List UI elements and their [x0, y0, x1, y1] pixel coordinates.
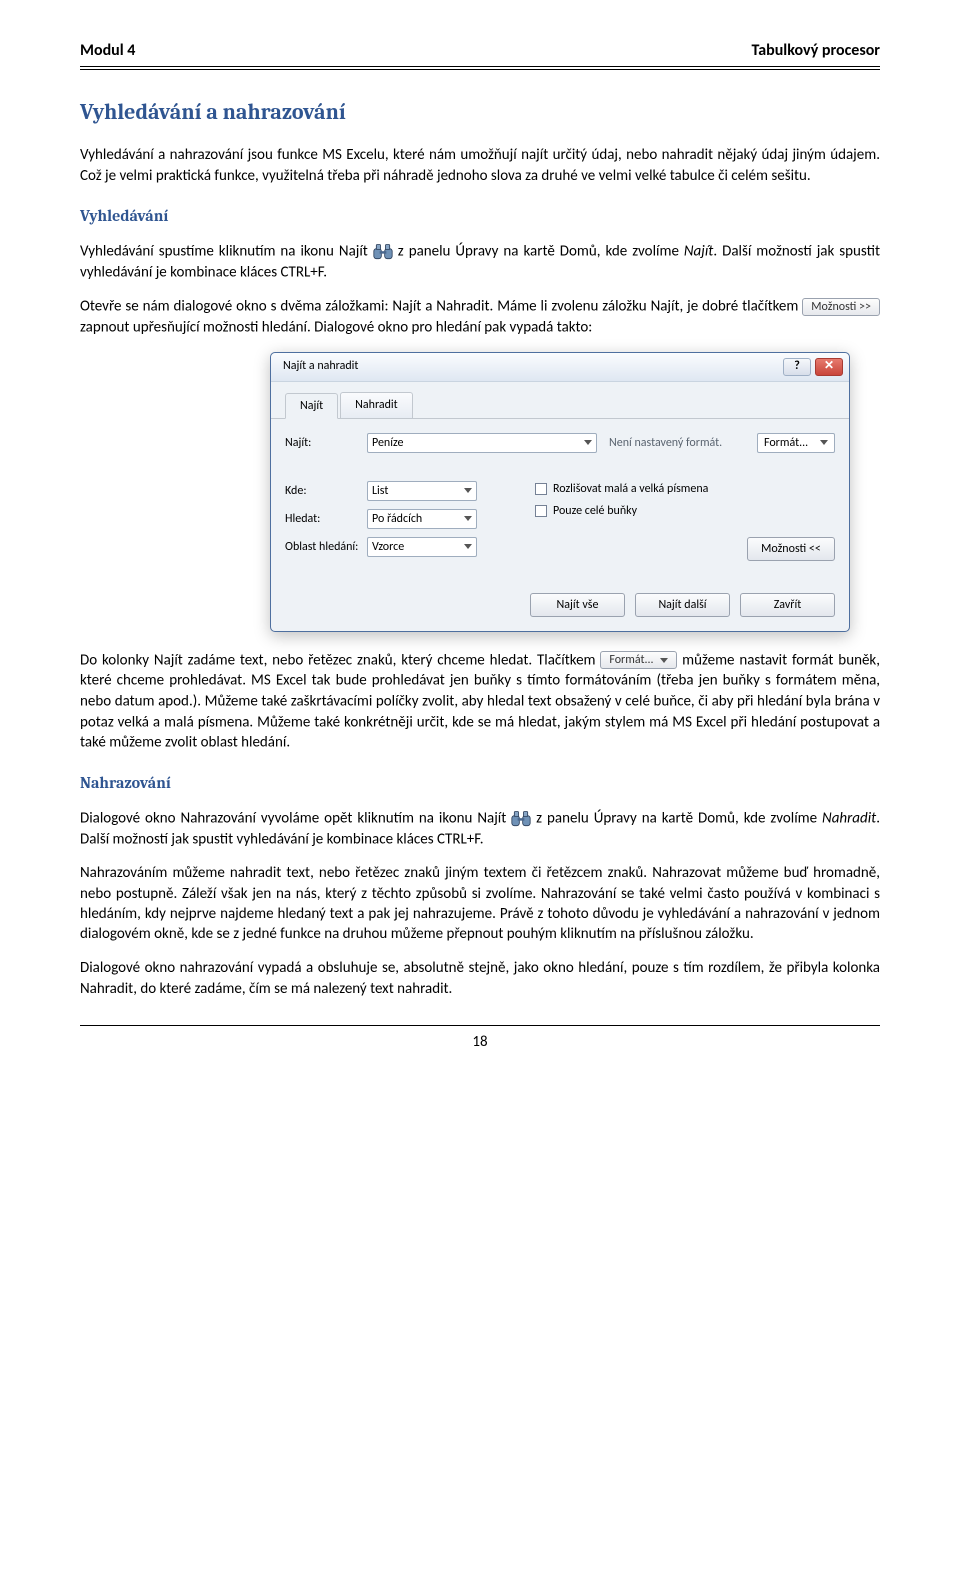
- find-all-button[interactable]: Najít vše: [530, 593, 625, 617]
- chevron-down-icon: [464, 488, 472, 493]
- replace-paragraph-3: Dialogové okno nahrazování vypadá a obsl…: [80, 958, 880, 999]
- help-button[interactable]: ?: [783, 358, 811, 376]
- label: Pouze celé buňky: [553, 503, 637, 519]
- checkbox-icon: [535, 505, 547, 517]
- tab-replace[interactable]: Nahradit: [340, 392, 413, 418]
- no-format-label: Není nastavený formát.: [609, 435, 749, 451]
- checkbox-icon: [535, 483, 547, 495]
- text: List: [372, 483, 388, 499]
- format-button-inline: Formát...: [600, 651, 677, 669]
- text: Vzorce: [372, 539, 404, 555]
- chevron-down-icon: [660, 658, 668, 663]
- heading-search: Vyhledávání: [80, 206, 880, 228]
- page-header: Modul 4 Tabulkový procesor: [80, 40, 880, 66]
- text: Po řádcích: [372, 511, 422, 527]
- header-rule: [80, 66, 880, 70]
- tab-find[interactable]: Najít: [285, 393, 338, 419]
- page-footer: 18: [80, 1025, 880, 1052]
- find-value: Peníze: [372, 435, 403, 451]
- text: Formát...: [609, 653, 653, 667]
- label-area: Oblast hledání:: [285, 539, 367, 555]
- text: Otevře se nám dialogové okno s dvěma zál…: [80, 298, 802, 316]
- replace-paragraph-2: Nahrazováním můžeme nahradit text, nebo …: [80, 863, 880, 944]
- label-how: Hledat:: [285, 511, 367, 527]
- footer-rule: [80, 1025, 880, 1026]
- find-replace-dialog: Najít a nahradit ? ✕ Najít Nahradit Nají…: [270, 352, 850, 632]
- label: Rozlišovat malá a velká písmena: [553, 481, 708, 497]
- search-paragraph-1: Vyhledávání spustíme kliknutím na ikonu …: [80, 241, 880, 282]
- options-less-button[interactable]: Možnosti <<: [747, 537, 835, 561]
- close-dialog-button[interactable]: Zavřít: [740, 593, 835, 617]
- text: Vyhledávání spustíme kliknutím na ikonu …: [80, 243, 373, 261]
- chevron-down-icon: [464, 544, 472, 549]
- heading-main: Vyhledávání a nahrazování: [80, 98, 880, 128]
- chevron-down-icon: [820, 440, 828, 445]
- text: zapnout upřesňující možnosti hledání. Di…: [80, 318, 592, 336]
- chevron-down-icon: [464, 516, 472, 521]
- page-number: 18: [472, 1033, 487, 1051]
- binoculars-icon: [511, 810, 531, 828]
- intro-paragraph: Vyhledávání a nahrazování jsou funkce MS…: [80, 145, 880, 186]
- find-input[interactable]: Peníze: [367, 433, 597, 453]
- heading-replace: Nahrazování: [80, 773, 880, 795]
- dialog-tabs: Najít Nahradit: [271, 382, 849, 419]
- text: z panelu Úpravy na kartě Domů, kde zvolí…: [536, 810, 822, 828]
- replace-paragraph-1: Dialogové okno Nahrazování vyvoláme opět…: [80, 808, 880, 849]
- chevron-down-icon: [584, 440, 592, 445]
- search-direction-select[interactable]: Po řádcích: [367, 509, 477, 529]
- label-find: Najít:: [285, 435, 367, 451]
- dialog-title: Najít a nahradit: [283, 358, 358, 374]
- where-select[interactable]: List: [367, 481, 477, 501]
- text: Dialogové okno Nahrazování vyvoláme opět…: [80, 810, 511, 828]
- text-italic: Nahradit: [822, 810, 876, 828]
- checkbox-whole[interactable]: Pouze celé buňky: [535, 503, 835, 519]
- close-button[interactable]: ✕: [815, 358, 843, 376]
- header-right: Tabulkový procesor: [752, 40, 880, 62]
- search-area-select[interactable]: Vzorce: [367, 537, 477, 557]
- text: Formát...: [764, 435, 808, 451]
- text: Do kolonky Najít zadáme text, nebo řetěz…: [80, 651, 600, 669]
- binoculars-icon: [373, 243, 393, 261]
- format-button[interactable]: Formát...: [757, 433, 835, 453]
- text: z panelu Úpravy na kartě Domů, kde zvolí…: [398, 243, 684, 261]
- dialog-titlebar: Najít a nahradit ? ✕: [271, 353, 849, 382]
- header-left: Modul 4: [80, 40, 135, 62]
- text-italic: Najít: [684, 243, 713, 261]
- checkbox-case[interactable]: Rozlišovat malá a velká písmena: [535, 481, 835, 497]
- find-next-button[interactable]: Najít další: [635, 593, 730, 617]
- after-dialog-paragraph: Do kolonky Najít zadáme text, nebo řetěz…: [80, 650, 880, 753]
- options-more-button: Možnosti >>: [802, 298, 880, 316]
- label-where: Kde:: [285, 483, 367, 499]
- search-paragraph-2: Otevře se nám dialogové okno s dvěma zál…: [80, 296, 880, 337]
